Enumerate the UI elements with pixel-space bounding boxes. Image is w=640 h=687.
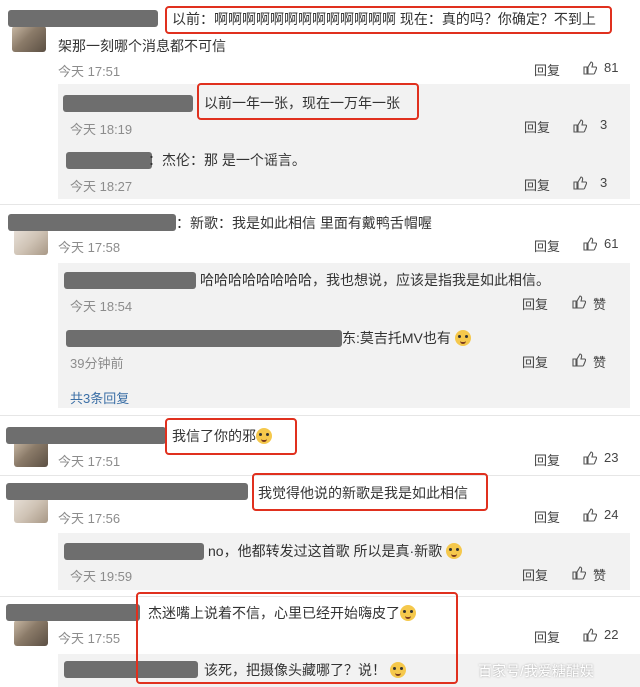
reply-time: 今天 18:19 bbox=[70, 122, 133, 137]
comment-time: 今天 17:56 bbox=[58, 511, 121, 526]
reply-button[interactable]: 回复 bbox=[524, 175, 550, 194]
avatar[interactable] bbox=[14, 497, 48, 523]
username-redacted[interactable] bbox=[66, 330, 342, 347]
username-redacted[interactable] bbox=[6, 604, 140, 621]
reply-button[interactable]: 回复 bbox=[534, 450, 560, 469]
username-redacted[interactable] bbox=[64, 543, 204, 560]
like-count: 3 bbox=[600, 175, 608, 190]
reply-time: 今天 18:54 bbox=[70, 299, 133, 314]
username-redacted[interactable] bbox=[6, 483, 248, 500]
comment-time: 今天 17:51 bbox=[58, 454, 121, 469]
reply-text: 哈哈哈哈哈哈哈哈，我也想说，应该是指我是如此相信。 bbox=[200, 272, 550, 288]
avatar[interactable] bbox=[14, 229, 48, 255]
thumbs-up-icon[interactable] bbox=[572, 566, 586, 580]
thumbs-up-icon[interactable] bbox=[572, 295, 586, 309]
comment-time: 今天 17:58 bbox=[58, 240, 121, 255]
avatar[interactable] bbox=[12, 26, 46, 52]
avatar[interactable] bbox=[14, 620, 48, 646]
reply-text: 东:莫吉托MV也有 bbox=[342, 329, 471, 347]
laughing-emoji-icon bbox=[446, 543, 463, 559]
thumbs-up-icon[interactable] bbox=[583, 508, 597, 522]
watermark: 百家号/我爱糖醋娱 bbox=[478, 663, 594, 679]
thumbs-up-icon[interactable] bbox=[583, 61, 597, 75]
thumbs-up-icon[interactable] bbox=[583, 237, 597, 251]
reply-button[interactable]: 回复 bbox=[522, 565, 548, 584]
reply-button[interactable]: 回复 bbox=[534, 60, 560, 79]
highlight-box bbox=[165, 418, 297, 455]
divider bbox=[0, 415, 640, 416]
highlight-box bbox=[165, 6, 612, 34]
reply-time: 今天 19:59 bbox=[70, 569, 133, 584]
highlight-box bbox=[252, 473, 488, 511]
highlight-box bbox=[136, 592, 458, 684]
like-count: 22 bbox=[604, 627, 619, 642]
comment-time: 今天 17:55 bbox=[58, 631, 121, 646]
reply-time: 今天 18:27 bbox=[70, 179, 133, 194]
reply-button[interactable]: 回复 bbox=[534, 627, 560, 646]
reply-text: no，他都转发过这首歌 所以是真·新歌 bbox=[208, 542, 463, 560]
reply-button[interactable]: 回复 bbox=[522, 352, 548, 371]
like-label[interactable]: 赞 bbox=[593, 294, 606, 313]
reply-time: 39分钟前 bbox=[70, 356, 124, 371]
reply-button[interactable]: 回复 bbox=[524, 117, 550, 136]
laughing-emoji-icon bbox=[454, 330, 471, 346]
username-redacted[interactable] bbox=[8, 214, 176, 231]
like-count: 3 bbox=[600, 117, 608, 132]
thumbs-up-icon[interactable] bbox=[583, 451, 597, 465]
comment-time: 今天 17:51 bbox=[58, 64, 121, 79]
thumbs-up-icon[interactable] bbox=[573, 119, 587, 133]
like-count: 81 bbox=[604, 60, 619, 75]
thumbs-up-icon[interactable] bbox=[572, 353, 586, 367]
username-redacted[interactable] bbox=[6, 427, 166, 444]
like-count: 23 bbox=[604, 450, 619, 465]
like-count: 24 bbox=[604, 507, 619, 522]
like-label[interactable]: 赞 bbox=[593, 565, 606, 584]
divider bbox=[0, 204, 640, 205]
comment-text: 架那一刻哪个消息都不可信 bbox=[58, 38, 226, 54]
like-label[interactable]: 赞 bbox=[593, 352, 606, 371]
reply-button[interactable]: 回复 bbox=[534, 507, 560, 526]
username-redacted[interactable] bbox=[63, 95, 193, 112]
more-replies-link[interactable]: 共3条回复 bbox=[70, 388, 129, 407]
thumbs-up-icon[interactable] bbox=[583, 628, 597, 642]
like-count: 61 bbox=[604, 236, 619, 251]
avatar[interactable] bbox=[14, 441, 48, 467]
highlight-box bbox=[197, 83, 419, 120]
reply-text: ：杰伦：那 是一个谣言。 bbox=[148, 152, 306, 168]
username-redacted[interactable] bbox=[64, 272, 196, 289]
reply-button[interactable]: 回复 bbox=[522, 294, 548, 313]
username-redacted[interactable] bbox=[66, 152, 152, 169]
comment-text: ：新歌：我是如此相信 里面有戴鸭舌帽喔 bbox=[176, 215, 432, 231]
username-redacted[interactable] bbox=[8, 10, 158, 27]
thumbs-up-icon[interactable] bbox=[573, 176, 587, 190]
reply-button[interactable]: 回复 bbox=[534, 236, 560, 255]
